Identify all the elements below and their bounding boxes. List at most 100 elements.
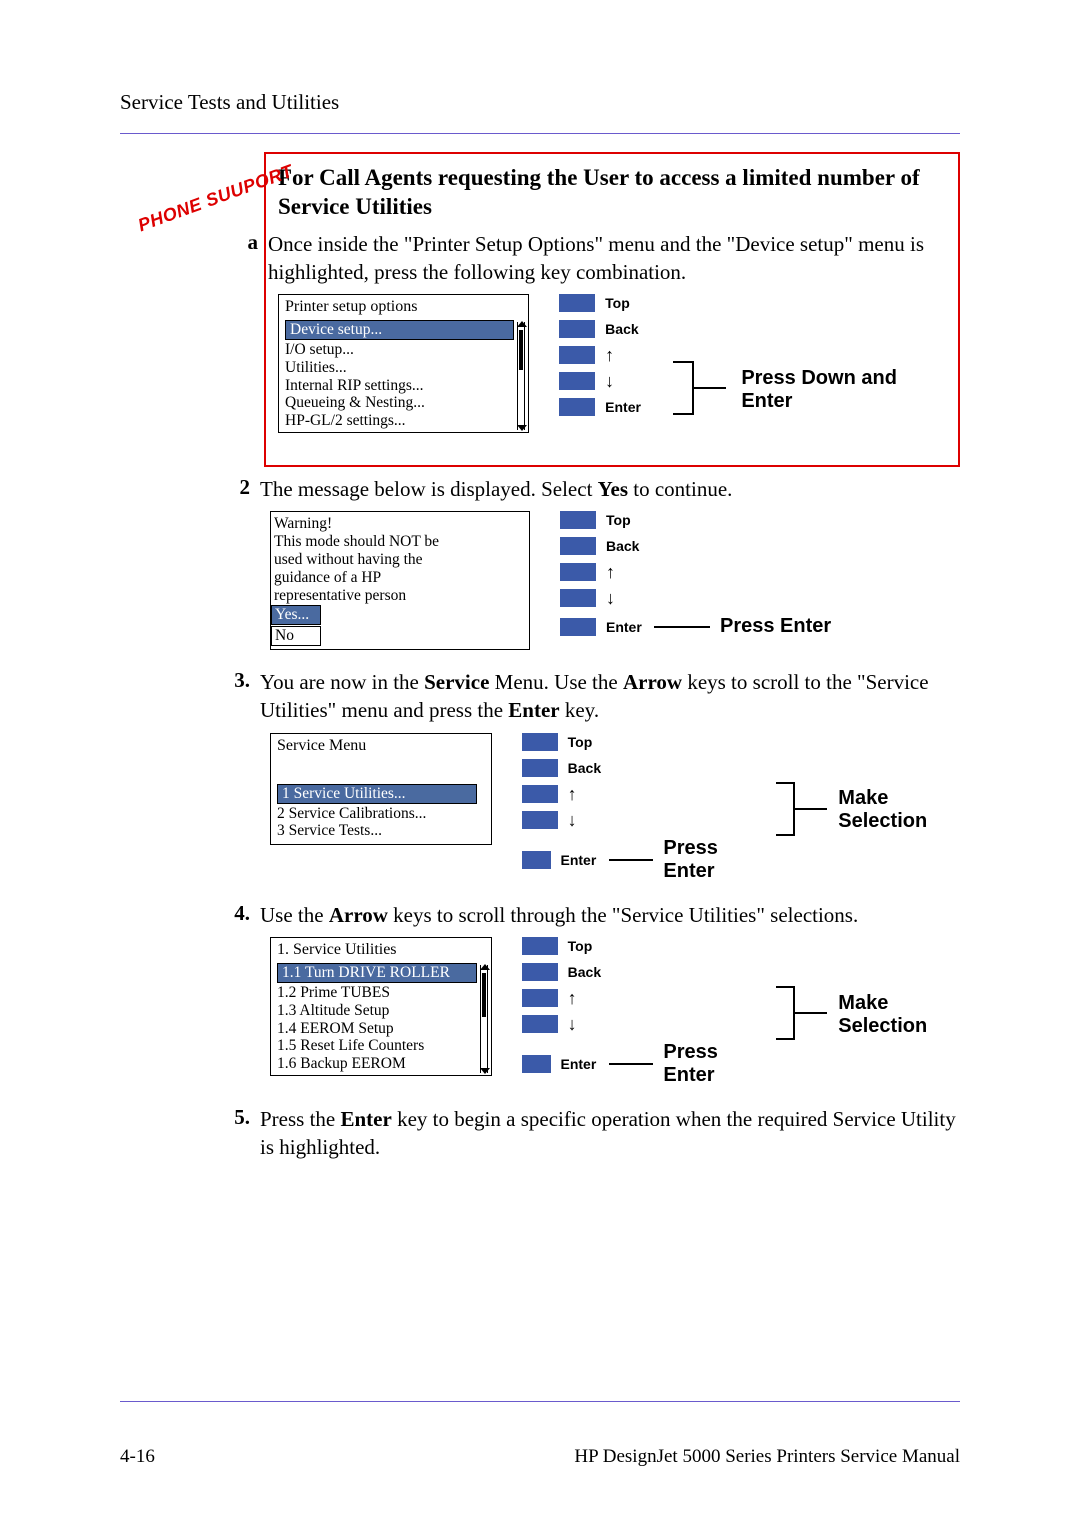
top-label: Top — [605, 295, 649, 311]
step-marker-2: 2 — [232, 475, 260, 500]
back-button — [522, 963, 558, 981]
up-arrow-icon: ↑ — [605, 346, 649, 364]
lcd-service-menu: Service Menu 1 Service Utilities... 2 Se… — [270, 733, 492, 845]
connector-line — [609, 859, 654, 861]
lcd-line: 1.3 Altitude Setup — [277, 1002, 477, 1020]
enter-label: Enter — [605, 399, 649, 415]
phone-support-box: PHONE SUUPORT For Call Agents requesting… — [264, 152, 960, 467]
lcd-line: I/O setup... — [285, 341, 514, 359]
back-button — [522, 759, 558, 777]
lcd-line: 1.4 EEROM Setup — [277, 1020, 477, 1038]
top-label: Top — [568, 734, 612, 750]
up-arrow-icon: ↑ — [606, 563, 650, 581]
down-button — [522, 811, 558, 829]
lcd-line: 1.5 Reset Life Counters — [277, 1037, 477, 1055]
button-stack: Top Back ↑ ↓ Enter Press Enter — [522, 733, 753, 883]
action-label: Press Enter — [663, 1041, 752, 1087]
back-label: Back — [605, 321, 649, 337]
top-button — [559, 294, 595, 312]
scrollbar — [480, 965, 488, 1073]
button-stack: Top Back ↑ ↓ Enter Press Enter — [522, 937, 753, 1087]
lcd-line: HP-GL/2 settings... — [285, 412, 514, 430]
step-a-text: Once inside the "Printer Setup Options" … — [268, 230, 946, 287]
lcd-title: Service Menu — [271, 734, 491, 783]
lcd-highlight: Yes... — [271, 605, 321, 625]
page-header: Service Tests and Utilities — [120, 90, 960, 115]
bracket-icon — [776, 782, 795, 836]
top-button — [522, 937, 558, 955]
connector-line — [654, 626, 710, 628]
phone-support-stamp: PHONE SUUPORT — [135, 161, 296, 237]
action-label: Press Down and Enter — [741, 367, 946, 413]
back-button — [559, 320, 595, 338]
lcd-line: Warning! — [271, 512, 529, 533]
enter-label: Enter — [561, 852, 605, 868]
enter-button — [560, 618, 596, 636]
scrollbar — [517, 322, 525, 430]
lcd-line: guidance of a HP — [271, 569, 529, 587]
step-3-text: You are now in the Service Menu. Use the… — [260, 668, 960, 725]
down-arrow-icon: ↓ — [605, 372, 649, 390]
back-label: Back — [568, 964, 612, 980]
bottom-rule — [120, 1401, 960, 1402]
button-stack: Top Back ↑ ↓ Enter Press Enter — [560, 511, 831, 638]
step-marker-4: 4. — [232, 901, 260, 926]
back-label: Back — [606, 538, 650, 554]
action-label: Make Selection — [838, 787, 960, 833]
back-button — [560, 537, 596, 555]
doc-title: HP DesignJet 5000 Series Printers Servic… — [574, 1446, 960, 1468]
action-label: Press Enter — [663, 837, 752, 883]
lcd-service-utilities: 1. Service Utilities 1.1 Turn DRIVE ROLL… — [270, 937, 492, 1076]
bracket-icon — [673, 361, 694, 415]
top-rule — [120, 133, 960, 134]
action-label: Press Enter — [720, 615, 831, 638]
up-arrow-icon: ↑ — [568, 989, 612, 1007]
lcd-line: Queueing & Nesting... — [285, 394, 514, 412]
button-stack: Top Back ↑ ↓ Enter — [559, 294, 649, 416]
action-label: Make Selection — [838, 992, 960, 1038]
lcd-line: representative person — [271, 587, 529, 605]
lcd-line: Internal RIP settings... — [285, 377, 514, 395]
step-4-text: Use the Arrow keys to scroll through the… — [260, 901, 858, 929]
step-marker-a: a — [240, 230, 268, 255]
top-label: Top — [568, 938, 612, 954]
enter-button — [522, 1055, 551, 1073]
lcd-warning: Warning! This mode should NOT be used wi… — [270, 511, 530, 650]
back-label: Back — [568, 760, 612, 776]
lcd-line: No — [271, 626, 321, 646]
up-button — [522, 785, 558, 803]
lcd-line: 2 Service Calibrations... — [277, 805, 477, 823]
down-button — [560, 589, 596, 607]
lcd-title: Printer setup options — [279, 295, 528, 319]
down-arrow-icon: ↓ — [606, 589, 650, 607]
step-marker-3: 3. — [232, 668, 260, 693]
lcd-highlight: 1 Service Utilities... — [277, 784, 477, 804]
up-button — [560, 563, 596, 581]
lcd-line: 1.6 Backup EEROM — [277, 1055, 477, 1073]
lcd-title: 1. Service Utilities — [271, 938, 491, 962]
lcd-printer-setup: Printer setup options Device setup... I/… — [278, 294, 529, 433]
up-arrow-icon: ↑ — [568, 785, 612, 803]
lcd-line: Utilities... — [285, 359, 514, 377]
lcd-line: 1.2 Prime TUBES — [277, 984, 477, 1002]
enter-button — [522, 851, 551, 869]
lcd-highlight: Device setup... — [285, 320, 514, 340]
up-button — [559, 346, 595, 364]
lcd-line: This mode should NOT be — [271, 533, 529, 551]
top-button — [560, 511, 596, 529]
page-number: 4-16 — [120, 1446, 155, 1468]
top-button — [522, 733, 558, 751]
down-button — [559, 372, 595, 390]
enter-button — [559, 398, 595, 416]
lcd-line: 3 Service Tests... — [277, 822, 477, 840]
step-2-text: The message below is displayed. Select Y… — [260, 475, 732, 503]
step-marker-5: 5. — [232, 1105, 260, 1130]
down-arrow-icon: ↓ — [568, 1015, 612, 1033]
down-arrow-icon: ↓ — [568, 811, 612, 829]
enter-label: Enter — [606, 619, 650, 635]
connector-line — [609, 1063, 654, 1065]
step-5-text: Press the Enter key to begin a specific … — [260, 1105, 960, 1162]
down-button — [522, 1015, 558, 1033]
bracket-icon — [776, 986, 795, 1040]
lcd-line: used without having the — [271, 551, 529, 569]
